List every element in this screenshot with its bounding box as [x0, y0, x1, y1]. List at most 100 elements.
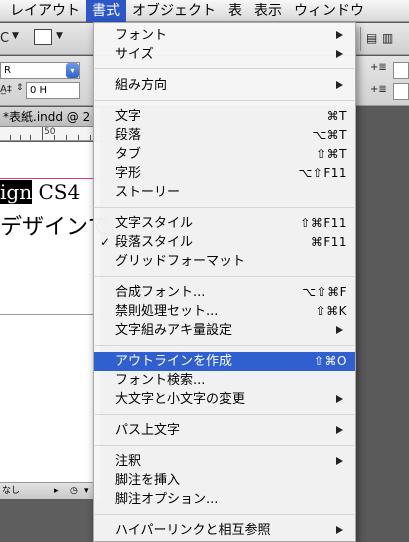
menu-layout[interactable]: レイアウト — [0, 0, 86, 22]
indent-icon[interactable]: +≣ — [370, 62, 387, 73]
menu-window[interactable]: ウィンドウ — [288, 0, 370, 22]
indent-field[interactable] — [393, 83, 409, 100]
menu-item-mojikumi[interactable]: 文字組みアキ量設定 — [94, 321, 355, 340]
document-tab[interactable]: *表紙.indd @ 2 — [0, 107, 100, 127]
menu-item-shortcut: ⌥⇧F11 — [298, 166, 347, 180]
menu-item-tabs[interactable]: タブ ⇧⌘T — [94, 145, 355, 164]
menu-item-create-outlines[interactable]: アウトラインを作成 ⇧⌘O — [94, 352, 355, 371]
menu-view[interactable]: 表示 — [248, 0, 288, 22]
menu-item-glyphs[interactable]: 字形 ⌥⇧F11 — [94, 164, 355, 183]
frame-grid-icon[interactable] — [34, 29, 52, 45]
tracking-icon: A̲‡ — [0, 84, 12, 95]
menu-item-label: ハイパーリンクと相互参照 — [115, 523, 271, 538]
menu-item-shortcut: ⌘F11 — [310, 235, 347, 249]
menu-item-kinsoku-sets[interactable]: 禁則処理セット... ⇧⌘K — [94, 302, 355, 321]
menu-item-label: 合成フォント... — [115, 285, 206, 300]
menu-item-composite-fonts[interactable]: 合成フォント... ⌥⇧⌘F — [94, 283, 355, 302]
menu-item-footnote-options[interactable]: 脚注オプション... — [94, 490, 355, 509]
menu-item-label: 文字スタイル — [115, 216, 194, 231]
toolbar-divider — [360, 27, 361, 51]
menu-item-direction[interactable]: 組み方向 — [94, 76, 355, 95]
menu-item-type-on-path[interactable]: パス上文字 — [94, 421, 355, 440]
play-icon[interactable]: ▸ — [54, 483, 59, 499]
menu-item-hyperlinks[interactable]: ハイパーリンクと相互参照 — [94, 521, 355, 540]
menu-separator — [95, 68, 354, 69]
menu-item-find-font[interactable]: フォント検索... — [94, 371, 355, 390]
submenu-arrow-icon — [336, 326, 343, 334]
status-bar: なし ▸ ◷ ▾ — [0, 482, 100, 499]
submenu-arrow-icon — [336, 81, 343, 89]
menu-item-grid-format[interactable]: グリッドフォーマット — [94, 252, 355, 271]
menu-item-label: グリッドフォーマット — [115, 254, 246, 269]
menu-item-character[interactable]: 文字 ⌘T — [94, 107, 355, 126]
menu-item-shortcut: ⌥⇧⌘F — [302, 285, 347, 299]
menu-item-shortcut: ⌘T — [326, 109, 347, 123]
menu-item-shortcut: ⇧⌘F11 — [300, 216, 347, 230]
document-text[interactable]: CS4 — [32, 180, 80, 204]
menu-item-shortcut: ⇧⌘O — [314, 354, 347, 368]
menu-separator — [95, 276, 354, 277]
submenu-arrow-icon — [336, 457, 343, 465]
margin-line — [0, 314, 100, 315]
menu-item-size[interactable]: サイズ — [94, 45, 355, 64]
menu-item-label: サイズ — [115, 47, 154, 62]
chevron-down-icon[interactable]: ▼ — [56, 31, 63, 41]
guide-line — [0, 178, 100, 179]
menu-item-insert-footnote[interactable]: 脚注を挿入 — [94, 471, 355, 490]
menu-item-label: アウトラインを作成 — [115, 354, 233, 369]
menu-bar: レイアウト 書式 オブジェクト 表 表示 ウィンドウ — [0, 0, 409, 22]
menu-item-label: 段落スタイル — [115, 235, 194, 250]
menu-item-shortcut: ⌥⌘T — [312, 128, 347, 142]
document-text-line[interactable]: ign CS4 — [0, 180, 80, 204]
chevron-down-icon[interactable]: ▼ — [12, 31, 19, 41]
menu-item-font[interactable]: フォント — [94, 26, 355, 45]
indent-icon[interactable]: +≣ — [370, 84, 387, 95]
menu-item-label: 脚注を挿入 — [115, 473, 181, 488]
submenu-arrow-icon — [336, 426, 343, 434]
menu-item-shortcut: ⇧⌘T — [316, 147, 347, 161]
menu-separator — [95, 100, 354, 101]
menu-object[interactable]: オブジェクト — [126, 0, 222, 22]
menu-item-paragraph-styles[interactable]: ✓ 段落スタイル ⌘F11 — [94, 233, 355, 252]
submenu-arrow-icon — [336, 31, 343, 39]
menu-item-label: 文字組みアキ量設定 — [115, 323, 233, 338]
menu-item-notes[interactable]: 注釈 — [94, 452, 355, 471]
menu-separator — [95, 445, 354, 446]
menu-item-label: ストーリー — [115, 185, 181, 200]
pasteboard — [0, 499, 100, 542]
menu-item-label: 字形 — [115, 166, 142, 181]
tracking-field[interactable]: 0 H — [26, 82, 80, 99]
menu-item-label: フォント検索... — [115, 373, 206, 388]
menu-item-paragraph[interactable]: 段落 ⌥⌘T — [94, 126, 355, 145]
menu-item-label: 禁則処理セット... — [115, 304, 219, 319]
menu-item-label: パス上文字 — [115, 423, 181, 438]
menu-item-label: 脚注オプション... — [115, 492, 219, 507]
submenu-arrow-icon — [336, 50, 343, 58]
menu-item-character-styles[interactable]: 文字スタイル ⇧⌘F11 — [94, 214, 355, 233]
menu-item-label: 文字 — [115, 109, 142, 124]
menu-item-story[interactable]: ストーリー — [94, 183, 355, 202]
indent-field[interactable] — [393, 62, 409, 79]
menu-table[interactable]: 表 — [222, 0, 248, 22]
selected-text[interactable]: ign — [0, 180, 33, 204]
align-icon[interactable]: ▥ — [382, 31, 393, 45]
menu-item-label: 組み方向 — [115, 78, 168, 93]
menu-item-label: フォント — [115, 28, 168, 43]
menu-separator — [95, 207, 354, 208]
menu-item-change-case[interactable]: 大文字と小文字の変更 — [94, 390, 355, 409]
stepper-icon[interactable]: ⇕ — [16, 83, 24, 93]
align-icon[interactable]: ▤ — [366, 31, 377, 45]
toolbar-glyph-c: C — [0, 31, 10, 46]
menu-item-label: 注釈 — [115, 454, 142, 469]
checkmark-icon: ✓ — [100, 235, 111, 249]
menu-separator — [95, 514, 354, 515]
horizontal-ruler: 50 — [0, 127, 100, 141]
menu-item-label: 大文字と小文字の変更 — [115, 392, 246, 407]
chevron-down-icon[interactable]: ▾ — [84, 483, 89, 499]
document-canvas[interactable]: ign CS4 デザインで — [0, 142, 110, 482]
preflight-icon[interactable]: ◷ — [70, 483, 78, 499]
submenu-arrow-icon — [336, 395, 343, 403]
menu-type[interactable]: 書式 — [86, 0, 126, 22]
menu-item-label: 段落 — [115, 128, 142, 143]
chevron-down-icon[interactable]: ▾ — [66, 63, 79, 78]
